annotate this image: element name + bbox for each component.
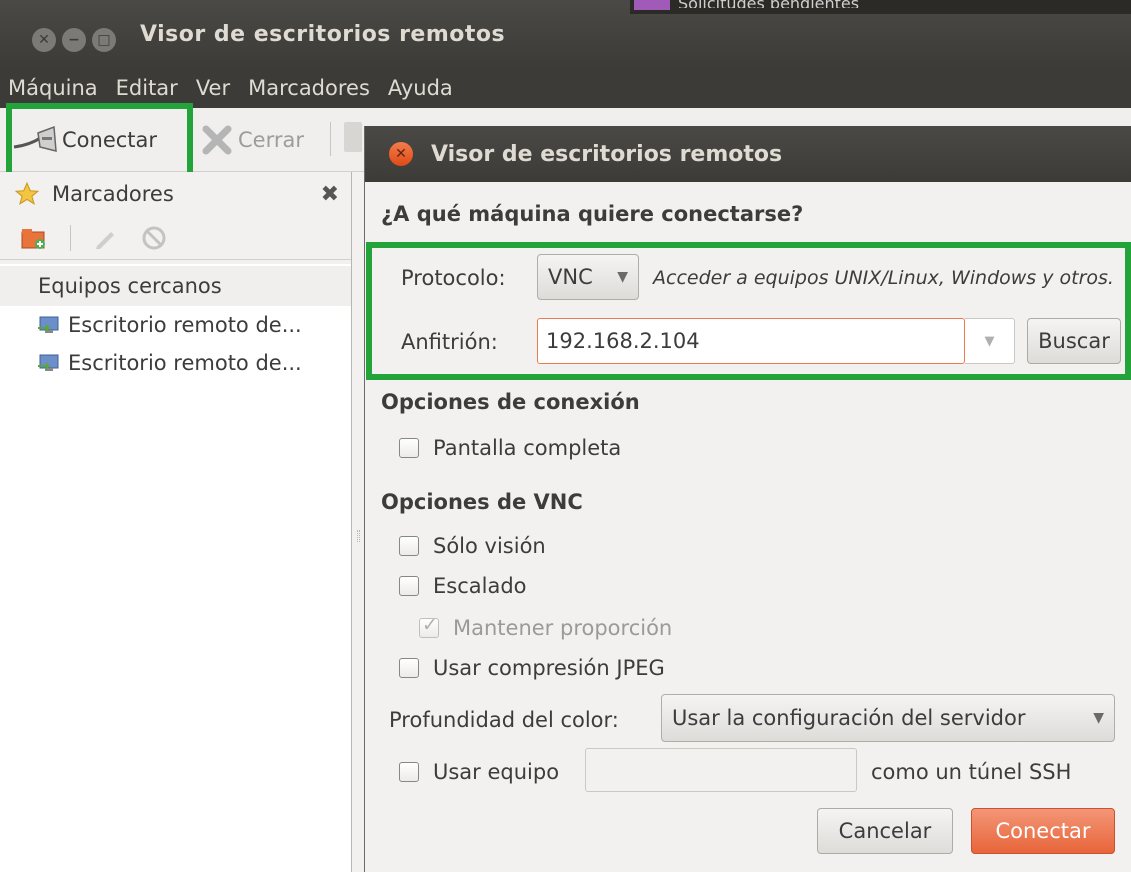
jpeg-checkbox[interactable]: Usar compresión JPEG (399, 656, 665, 680)
background-window-peek: Solicitudes pendientes (630, 0, 1131, 14)
pane-resize-grip[interactable] (357, 530, 360, 542)
minimize-window-icon[interactable]: − (62, 28, 86, 52)
color-depth-label: Profundidad del color: (389, 708, 619, 732)
ssh-suffix-label: como un túnel SSH (871, 760, 1072, 784)
toolbar-hidden-button[interactable] (344, 122, 362, 152)
sidebar-item-remote-2[interactable]: Escritorio remoto de... (0, 344, 351, 382)
chevron-down-icon: ▼ (1093, 710, 1104, 726)
menu-marcadores[interactable]: Marcadores (248, 76, 370, 100)
menu-bar: Máquina Editar Ver Marcadores Ayuda (0, 68, 1131, 108)
cancel-button[interactable]: Cancelar (817, 808, 953, 854)
toolbar-separator (330, 122, 331, 156)
ssh-tunnel-checkbox[interactable]: Usar equipo (399, 760, 559, 784)
sidebar-item-label: Escritorio remoto de... (68, 351, 302, 375)
close-sidebar-icon[interactable]: ✖ (321, 182, 339, 207)
maximize-window-icon[interactable]: □ (92, 28, 116, 52)
fullscreen-label: Pantalla completa (433, 436, 622, 460)
close-window-icon[interactable]: ✕ (32, 28, 56, 52)
checkbox-box (399, 536, 419, 556)
menu-editar[interactable]: Editar (116, 76, 178, 100)
star-icon (14, 181, 40, 205)
keep-ratio-label: Mantener proporción (453, 616, 673, 640)
color-depth-combo[interactable]: Usar la configuración del servidor ▼ (661, 694, 1115, 742)
sidebar-title: Marcadores (52, 182, 174, 206)
menu-maquina[interactable]: Máquina (8, 76, 98, 100)
checkbox-box (399, 438, 419, 458)
bookmarks-sidebar: Marcadores ✖ Equipos cercanos Escritorio… (0, 172, 352, 872)
connect-button-label: Conectar (995, 819, 1091, 843)
close-x-icon (202, 125, 232, 155)
sidebar-item-label: Escritorio remoto de... (68, 313, 302, 337)
delete-forbidden-icon[interactable] (141, 225, 167, 251)
sidebar-tools (0, 216, 351, 260)
checkbox-box (399, 576, 419, 596)
highlight-connect-box (6, 103, 193, 181)
dialog-close-icon[interactable]: ✕ (389, 142, 413, 166)
color-depth-value: Usar la configuración del servidor (672, 706, 1026, 730)
sidebar-group-nearby[interactable]: Equipos cercanos (0, 266, 351, 306)
sidebar-item-remote-1[interactable]: Escritorio remoto de... (0, 306, 351, 344)
ssh-prefix-label: Usar equipo (433, 760, 560, 784)
menu-ayuda[interactable]: Ayuda (388, 76, 453, 100)
toolbar-close-label: Cerrar (238, 128, 304, 152)
connect-button[interactable]: Conectar (971, 808, 1115, 854)
background-window-title: Solicitudes pendientes (678, 0, 938, 8)
edit-pencil-icon[interactable] (93, 226, 119, 250)
scaling-checkbox[interactable]: Escalado (399, 574, 527, 598)
ssh-host-input (585, 748, 857, 792)
connection-options-title: Opciones de conexión (381, 390, 640, 414)
cancel-button-label: Cancelar (838, 819, 932, 843)
jpeg-label: Usar compresión JPEG (433, 656, 665, 680)
checkbox-box (399, 658, 419, 678)
connect-dialog: ✕ Visor de escritorios remotos ¿A qué má… (364, 126, 1131, 872)
checkbox-box (399, 762, 419, 782)
keep-ratio-checkbox: ✓ Mantener proporción (419, 614, 673, 640)
background-window-icon (634, 0, 670, 10)
sidebar-list: Equipos cercanos Escritorio remoto de...… (0, 264, 351, 872)
view-only-label: Sólo visión (433, 534, 546, 558)
sidebar-tools-separator (70, 224, 71, 251)
toolbar-close-button[interactable]: Cerrar (200, 118, 304, 162)
sidebar-header: Marcadores ✖ (0, 172, 351, 216)
window-titlebar: Solicitudes pendientes ✕ − □ Visor de es… (0, 0, 1131, 68)
dialog-question: ¿A qué máquina quiere conectarse? (381, 202, 804, 226)
check-icon: ✓ (422, 614, 438, 636)
dialog-titlebar: ✕ Visor de escritorios remotos (365, 126, 1131, 182)
remote-desktop-icon (36, 315, 62, 335)
menu-ver[interactable]: Ver (196, 76, 230, 100)
dialog-title: Visor de escritorios remotos (431, 141, 783, 167)
highlight-protocol-host-box (366, 242, 1131, 380)
view-only-checkbox[interactable]: Sólo visión (399, 534, 546, 558)
new-folder-icon[interactable] (20, 226, 48, 250)
remote-desktop-icon (36, 353, 62, 373)
scaling-label: Escalado (433, 574, 527, 598)
window-title: Visor de escritorios remotos (140, 22, 506, 47)
vnc-options-title: Opciones de VNC (381, 490, 583, 514)
checkbox-box-checked: ✓ (419, 614, 439, 638)
fullscreen-checkbox[interactable]: Pantalla completa (399, 436, 621, 460)
